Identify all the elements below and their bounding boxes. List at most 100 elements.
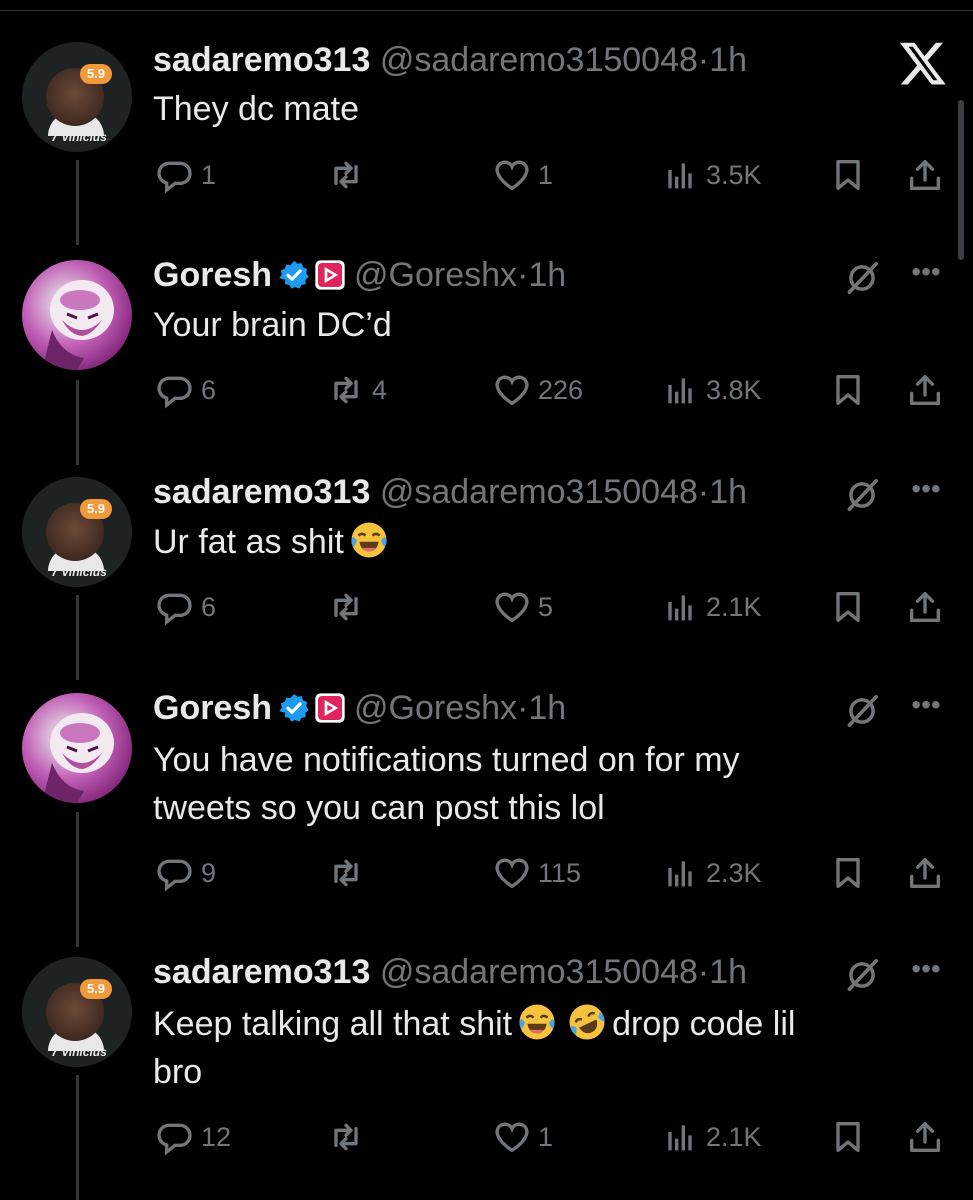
separator-dot: ·	[517, 256, 529, 294]
reply-button[interactable]: 12	[155, 1115, 231, 1159]
more-options-icon[interactable]: •••	[906, 472, 946, 512]
views-count: 2.3K	[706, 857, 762, 888]
bookmark-button[interactable]	[828, 1115, 868, 1159]
avatar[interactable]	[22, 693, 132, 803]
more-options-icon[interactable]: •••	[906, 688, 946, 728]
heart-icon	[495, 592, 529, 622]
views-button[interactable]: 2.1K	[660, 585, 762, 629]
author-handle[interactable]: @Goreshx	[354, 689, 517, 727]
timestamp[interactable]: 1h	[709, 473, 747, 511]
share-button[interactable]	[905, 851, 945, 895]
author-handle[interactable]: @Goreshx	[354, 256, 517, 294]
timestamp[interactable]: 1h	[709, 953, 747, 991]
tweet-header: sadaremo313 @sadaremo3150048·1h	[153, 40, 747, 80]
avatar[interactable]: 5.9 7 Vinicius	[22, 957, 132, 1067]
author-name[interactable]: Goresh	[153, 689, 272, 727]
author-name[interactable]: sadaremo313	[153, 41, 370, 79]
retweet-button[interactable]	[326, 153, 372, 197]
tweet[interactable]: 5.9 7 Vinicius sadaremo313 @sadaremo3150…	[0, 952, 973, 1172]
share-button[interactable]	[905, 368, 945, 412]
heart-icon	[495, 858, 529, 888]
views-icon	[668, 163, 692, 189]
tweet-header: sadaremo313 @sadaremo3150048·1h	[153, 472, 747, 512]
share-button[interactable]	[905, 585, 945, 629]
views-button[interactable]: 2.3K	[660, 851, 762, 895]
views-button[interactable]: 3.5K	[660, 153, 762, 197]
author-handle[interactable]: @sadaremo3150048	[380, 953, 698, 991]
tweet-text-line: You have notifications turned on for my	[153, 741, 740, 779]
reply-count: 6	[201, 591, 217, 622]
more-options-icon[interactable]: •••	[906, 952, 946, 992]
timestamp[interactable]: 1h	[528, 689, 566, 727]
retweet-button[interactable]	[326, 1115, 372, 1159]
like-button[interactable]: 1	[492, 153, 553, 197]
like-count: 1	[538, 159, 554, 190]
retweet-button[interactable]	[326, 585, 372, 629]
reply-button[interactable]: 6	[155, 368, 216, 412]
like-count: 5	[538, 591, 554, 622]
affiliate-badge-icon[interactable]	[314, 692, 346, 724]
verified-badge-icon[interactable]	[278, 692, 311, 724]
grok-icon[interactable]	[843, 476, 881, 514]
like-button[interactable]: 226	[492, 368, 583, 412]
avatar-label: 7 Vinicius	[51, 1045, 107, 1059]
like-button[interactable]: 115	[492, 851, 581, 895]
reply-button[interactable]: 9	[155, 851, 216, 895]
views-count: 3.8K	[706, 374, 762, 405]
avatar-badge: 5.9	[80, 979, 112, 999]
tweet[interactable]: Goresh @Goreshx·1h ••• Your brain DC’d 6 …	[0, 255, 973, 435]
bookmark-button[interactable]	[828, 153, 868, 197]
bookmark-button[interactable]	[828, 851, 868, 895]
tweet-actions: 1 1 3.5K	[0, 153, 973, 197]
bookmark-button[interactable]	[828, 585, 868, 629]
tweet[interactable]: 5.9 7 Vinicius sadaremo313 @sadaremo3150…	[0, 40, 973, 220]
author-name[interactable]: Goresh	[153, 256, 272, 294]
author-handle[interactable]: @sadaremo3150048	[380, 473, 698, 511]
affiliate-badge-icon[interactable]	[314, 259, 346, 291]
heart-icon	[495, 160, 529, 190]
retweet-button[interactable]: 4	[326, 368, 387, 412]
tweet-text-part: drop code lil	[612, 1005, 796, 1043]
bookmark-icon	[836, 592, 860, 622]
author-name[interactable]: sadaremo313	[153, 953, 370, 991]
like-count: 1	[538, 1121, 554, 1152]
views-button[interactable]: 2.1K	[660, 1115, 762, 1159]
like-button[interactable]: 5	[492, 585, 553, 629]
tweet-actions: 6 4 226 3.8K	[0, 368, 973, 412]
grok-icon[interactable]	[843, 259, 881, 297]
heart-icon	[495, 1122, 529, 1153]
share-button[interactable]	[905, 1115, 945, 1159]
reply-button[interactable]: 1	[155, 153, 216, 197]
timestamp[interactable]: 1h	[528, 256, 566, 294]
tweet-actions: 9 115 2.3K	[0, 851, 973, 895]
tweet-text-line: tweets so you can post this lol	[153, 789, 605, 827]
share-icon	[910, 1121, 940, 1153]
avatar-art	[42, 280, 114, 370]
retweet-button[interactable]	[326, 851, 372, 895]
avatar-label: 7 Vinicius	[51, 130, 107, 144]
more-options-icon[interactable]: •••	[906, 255, 946, 295]
like-count: 226	[538, 374, 584, 405]
retweet-icon	[334, 161, 358, 189]
reply-button[interactable]: 6	[155, 585, 216, 629]
avatar-badge: 5.9	[80, 499, 112, 519]
tweet-text: Keep talking all that shit drop code lil …	[153, 1000, 913, 1096]
tweet[interactable]: 5.9 7 Vinicius sadaremo313 @sadaremo3150…	[0, 472, 973, 652]
avatar[interactable]	[22, 260, 132, 370]
tweet[interactable]: Goresh @Goreshx·1h ••• You have notificat…	[0, 688, 973, 908]
verified-badge-icon[interactable]	[278, 259, 311, 291]
timestamp[interactable]: 1h	[709, 41, 747, 79]
grok-icon[interactable]	[843, 692, 881, 730]
heart-icon	[495, 375, 529, 406]
views-button[interactable]: 3.8K	[660, 368, 762, 412]
share-button[interactable]	[905, 153, 945, 197]
avatar-label: 7 Vinicius	[51, 565, 107, 579]
bookmark-button[interactable]	[828, 368, 868, 412]
grok-icon[interactable]	[843, 956, 881, 994]
author-name[interactable]: sadaremo313	[153, 473, 370, 511]
like-button[interactable]: 1	[492, 1115, 553, 1159]
avatar[interactable]: 5.9 7 Vinicius	[22, 42, 132, 152]
bookmark-icon	[836, 858, 860, 888]
author-handle[interactable]: @sadaremo3150048	[380, 41, 698, 79]
avatar[interactable]: 5.9 7 Vinicius	[22, 477, 132, 587]
